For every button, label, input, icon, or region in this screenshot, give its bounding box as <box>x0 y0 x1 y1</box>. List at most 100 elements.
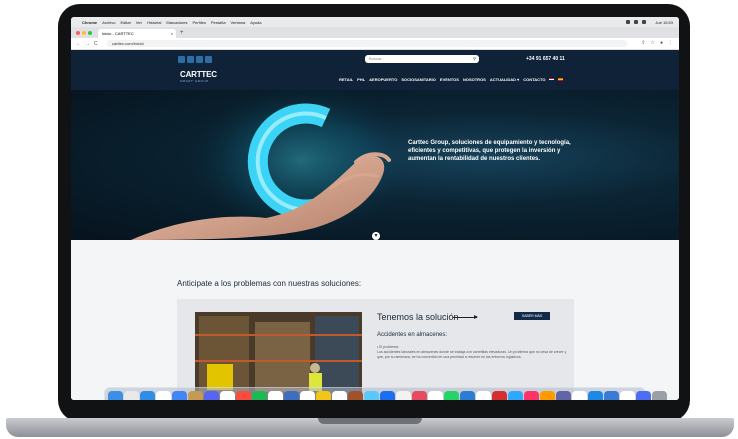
menu-item-perfiles[interactable]: Perfiles <box>193 20 206 25</box>
arrow-right-icon <box>453 315 478 319</box>
main-nav: RETAIL PHL AEROPUERTO SOCIOSANITARIO EVE… <box>339 77 564 82</box>
tab-title: Inicio - CARTTEC <box>102 31 134 36</box>
profile-icon[interactable]: ● <box>660 40 663 46</box>
dock-app-icon[interactable] <box>108 391 123 400</box>
scroll-down-button[interactable]: ▾ <box>372 232 380 240</box>
minimize-window-button[interactable] <box>82 31 86 35</box>
dock-app-icon[interactable] <box>252 391 267 400</box>
solution-card: Tenemos la solución SABER MÁS Accidentes… <box>177 299 574 400</box>
zoom-window-button[interactable] <box>88 31 92 35</box>
dock-app-icon[interactable] <box>524 391 539 400</box>
flag-spain-icon[interactable] <box>558 78 564 81</box>
dock-app-icon[interactable] <box>556 391 571 400</box>
dock-app-icon[interactable] <box>444 391 459 400</box>
dock-app-icon[interactable] <box>268 391 283 400</box>
share-icon[interactable]: ⇪ <box>641 40 645 46</box>
dock-app-icon[interactable] <box>140 391 155 400</box>
flag-uk-icon[interactable] <box>549 78 555 81</box>
reload-icon[interactable]: C <box>94 41 98 47</box>
nav-eventos[interactable]: EVENTOS <box>440 77 459 82</box>
dock-app-icon[interactable] <box>348 391 363 400</box>
saber-mas-button[interactable]: SABER MÁS <box>514 312 550 320</box>
window-controls <box>76 31 92 35</box>
menu-item-ver[interactable]: Ver <box>136 20 142 25</box>
close-tab-icon[interactable]: × <box>171 31 173 36</box>
dock-app-icon[interactable] <box>412 391 427 400</box>
dock-app-icon[interactable] <box>636 391 651 400</box>
menu-item-historial[interactable]: Historial <box>147 20 161 25</box>
dock-app-icon[interactable] <box>124 391 139 400</box>
hero-illustration <box>131 90 416 240</box>
battery-icon[interactable] <box>634 20 639 24</box>
wifi-icon[interactable] <box>626 20 631 24</box>
back-icon[interactable]: ← <box>76 41 81 47</box>
menu-app-name[interactable]: Chrome <box>82 20 97 25</box>
address-bar-row: ← → C carttec.com/inicio/ ⇪ ☆ ● ⋮ <box>71 38 679 50</box>
dock-app-icon[interactable] <box>332 391 347 400</box>
site-search-input[interactable]: Buscar... ⚲ <box>365 55 479 63</box>
carttec-logo[interactable]: CARTTEC SMART GROUP <box>180 70 222 84</box>
dock-app-icon[interactable] <box>172 391 187 400</box>
dock-app-icon[interactable] <box>588 391 603 400</box>
menu-item-editar[interactable]: Editar <box>120 20 130 25</box>
youtube-icon[interactable] <box>205 56 212 63</box>
dock-app-icon[interactable] <box>364 391 379 400</box>
phone-number[interactable]: +34 91 657 40 11 <box>526 56 565 62</box>
url-field[interactable]: carttec.com/inicio/ <box>107 40 627 47</box>
more-menu-icon[interactable]: ⋮ <box>668 40 673 46</box>
nav-sociosanitario[interactable]: SOCIOSANITARIO <box>401 77 436 82</box>
linkedin-icon[interactable] <box>196 56 203 63</box>
website: Buscar... ⚲ +34 91 657 40 11 CARTTEC SMA… <box>71 50 679 400</box>
macos-dock <box>104 387 667 400</box>
menu-item-pestana[interactable]: Pestaña <box>211 20 226 25</box>
dock-app-icon[interactable] <box>204 391 219 400</box>
dock-app-icon[interactable] <box>476 391 491 400</box>
dock-app-icon[interactable] <box>572 391 587 400</box>
browser-tab[interactable]: Inicio - CARTTEC × <box>98 29 176 38</box>
logo-tagline: SMART GROUP <box>180 79 209 83</box>
dock-app-icon[interactable] <box>460 391 475 400</box>
bookmark-icon[interactable]: ☆ <box>650 40 654 46</box>
dock-app-icon[interactable] <box>380 391 395 400</box>
social-links <box>178 56 212 63</box>
nav-aeropuerto[interactable]: AEROPUERTO <box>369 77 397 82</box>
dock-app-icon[interactable] <box>492 391 507 400</box>
menu-item-ayuda[interactable]: Ayuda <box>250 20 261 25</box>
instagram-icon[interactable] <box>187 56 194 63</box>
dock-app-icon[interactable] <box>316 391 331 400</box>
facebook-icon[interactable] <box>178 56 185 63</box>
dock-app-icon[interactable] <box>396 391 411 400</box>
menu-item-ventana[interactable]: Ventana <box>231 20 246 25</box>
control-center-icon[interactable] <box>642 20 647 24</box>
nav-contacto[interactable]: CONTACTO <box>523 77 545 82</box>
forward-icon[interactable]: → <box>85 41 90 47</box>
menu-item-marcadores[interactable]: Marcadores <box>166 20 187 25</box>
menu-item-archivo[interactable]: Archivo <box>102 20 115 25</box>
search-icon[interactable]: ⚲ <box>473 55 476 63</box>
new-tab-button[interactable]: + <box>180 30 184 36</box>
dock-app-icon[interactable] <box>428 391 443 400</box>
close-window-button[interactable] <box>76 31 80 35</box>
dock-app-icon[interactable] <box>540 391 555 400</box>
nav-actualidad[interactable]: ACTUALIDAD ▾ <box>490 77 519 82</box>
menu-bar: Chrome Archivo Editar Ver Historial Marc… <box>71 17 679 27</box>
hero-banner: Carttec Group, soluciones de equipamient… <box>71 90 679 240</box>
dock-app-icon[interactable] <box>156 391 171 400</box>
dock-app-icon[interactable] <box>604 391 619 400</box>
dock-app-icon[interactable] <box>508 391 523 400</box>
site-header: Buscar... ⚲ +34 91 657 40 11 CARTTEC SMA… <box>71 50 679 90</box>
dock-app-icon[interactable] <box>620 391 635 400</box>
nav-retail[interactable]: RETAIL <box>339 77 353 82</box>
tab-bar: Inicio - CARTTEC × + <box>71 27 679 38</box>
dock-app-icon[interactable] <box>188 391 203 400</box>
menu-clock[interactable]: Jue 15:53 <box>655 20 673 25</box>
dock-app-icon[interactable] <box>284 391 299 400</box>
nav-nosotros[interactable]: NOSOTROS <box>463 77 486 82</box>
dock-icons <box>108 391 667 400</box>
dock-app-icon[interactable] <box>300 391 315 400</box>
menu-status-area: Jue 15:53 <box>626 20 673 25</box>
dock-app-icon[interactable] <box>236 391 251 400</box>
dock-app-icon[interactable] <box>652 391 667 400</box>
nav-phl[interactable]: PHL <box>357 77 365 82</box>
dock-app-icon[interactable] <box>220 391 235 400</box>
